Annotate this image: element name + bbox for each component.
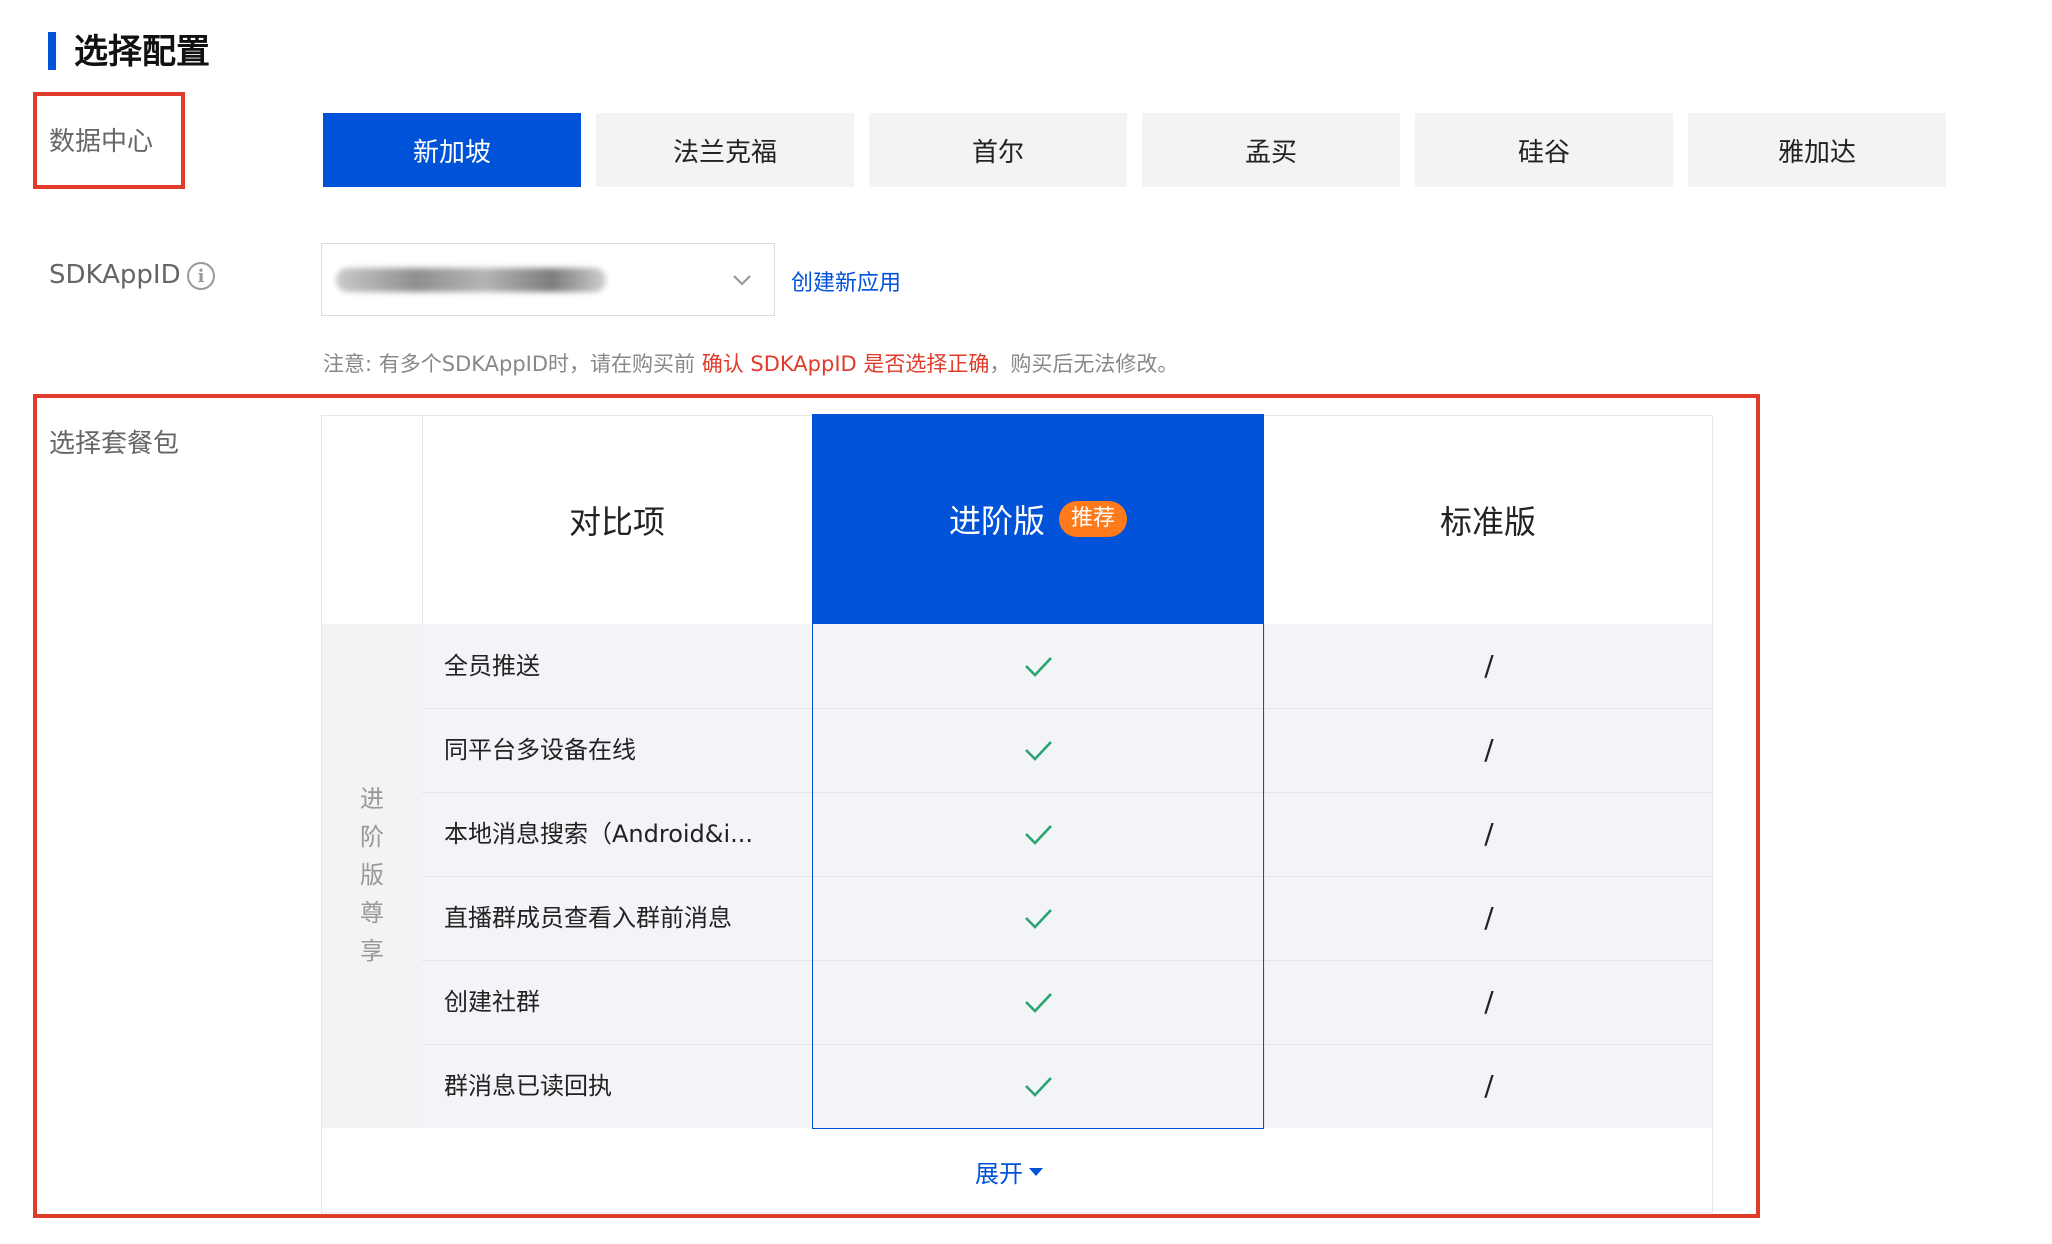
- note-suffix: ，购买后无法修改。: [989, 352, 1179, 376]
- sdkappid-label: SDKAppID: [49, 260, 181, 290]
- region-button-mumbai[interactable]: 孟买: [1142, 113, 1400, 187]
- sdkappid-blurred-value: [336, 268, 606, 292]
- note-prefix: 注意: 有多个SDKAppID时，请在购买前: [323, 352, 702, 376]
- info-icon[interactable]: i: [187, 262, 215, 290]
- region-button-silicon-valley[interactable]: 硅谷: [1415, 113, 1673, 187]
- sdkappid-select[interactable]: [321, 243, 775, 316]
- region-button-seoul[interactable]: 首尔: [869, 113, 1127, 187]
- region-button-jakarta[interactable]: 雅加达: [1688, 113, 1946, 187]
- note-highlight: 确认 SDKAppID 是否选择正确: [701, 352, 990, 376]
- chevron-down-icon: [733, 275, 751, 286]
- section-title: 选择配置: [74, 32, 210, 72]
- sdkappid-note: 注意: 有多个SDKAppID时，请在购买前 确认 SDKAppID 是否选择正…: [323, 348, 1178, 378]
- region-button-frankfurt[interactable]: 法兰克福: [596, 113, 854, 187]
- region-button-singapore[interactable]: 新加坡: [323, 113, 581, 187]
- package-highlight-box: [33, 394, 1760, 1218]
- section-title-bar: [48, 32, 56, 70]
- datacenter-label: 数据中心: [49, 127, 154, 157]
- create-app-link[interactable]: 创建新应用: [791, 265, 901, 297]
